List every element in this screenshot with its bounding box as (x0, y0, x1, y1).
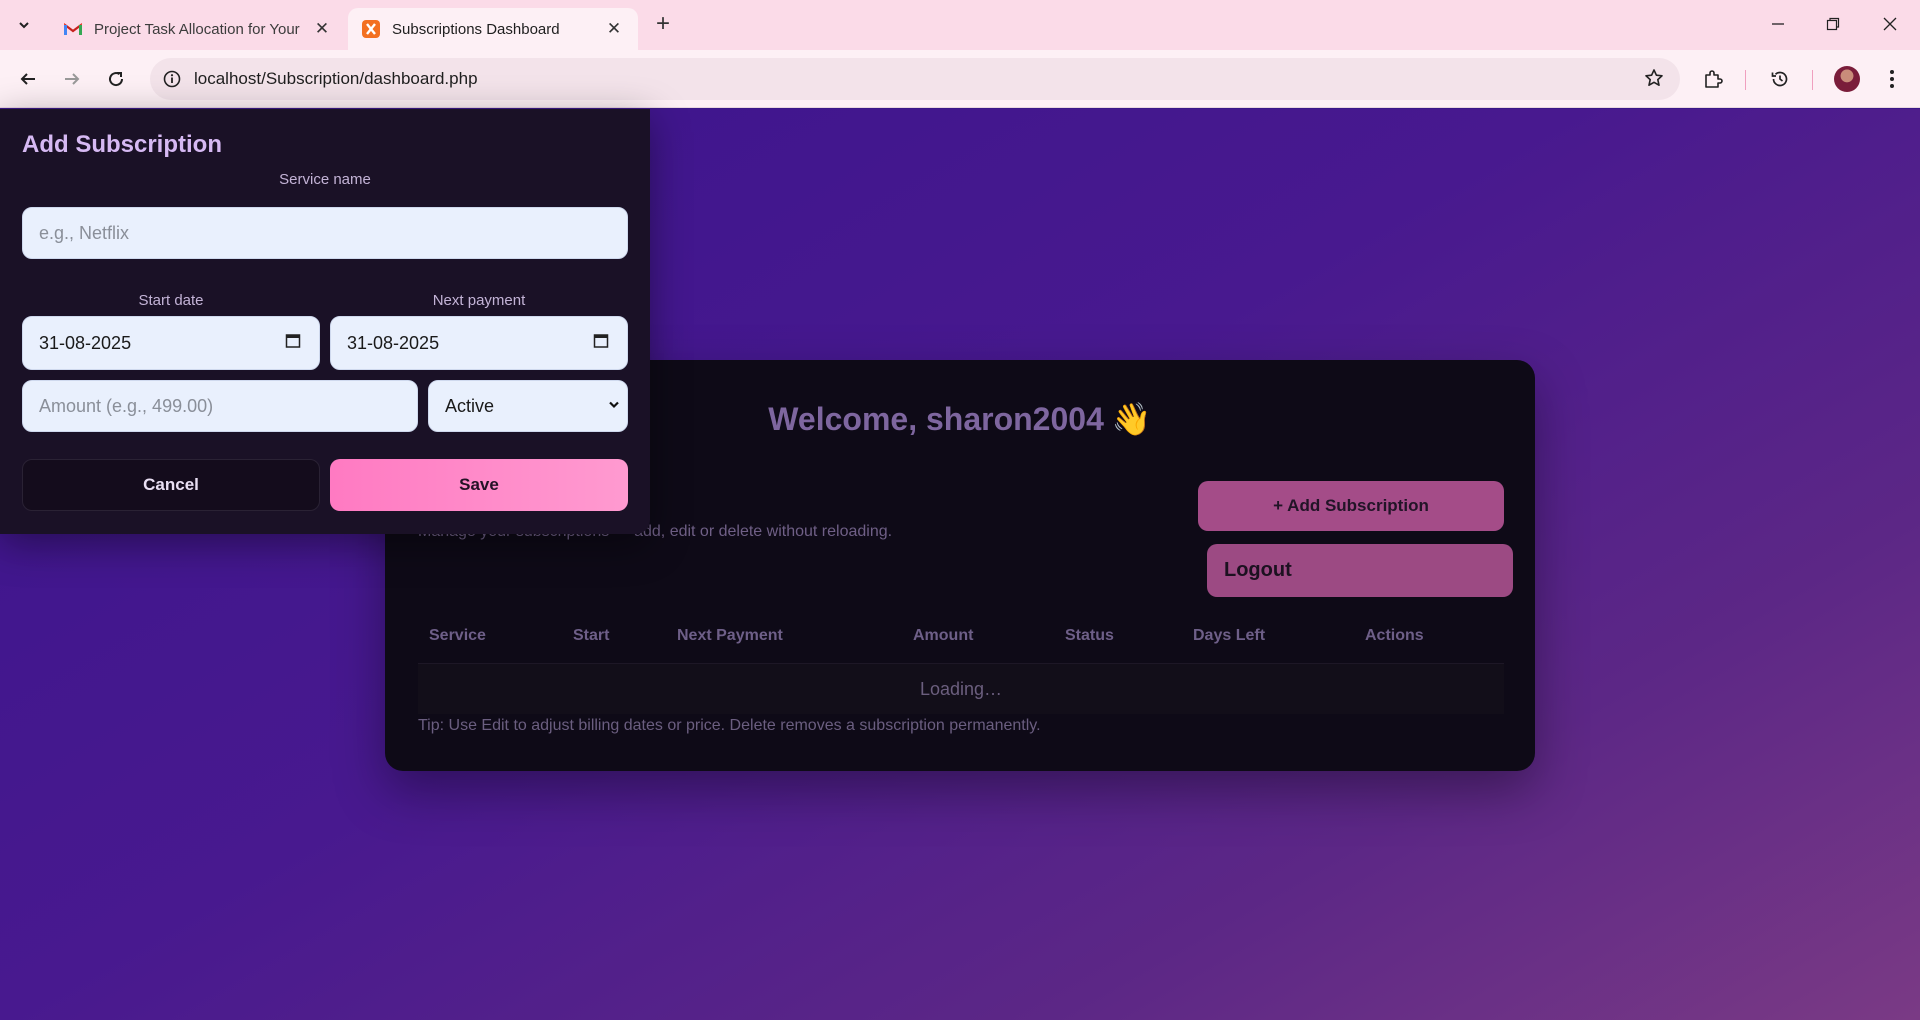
close-icon (1883, 17, 1897, 31)
url-text: localhost/Subscription/dashboard.php (194, 69, 478, 88)
restore-icon (1826, 17, 1840, 31)
reload-icon (109, 72, 124, 87)
tab-title: Project Task Allocation for Your (94, 20, 300, 38)
arrow-left-icon (20, 73, 35, 85)
profile-button[interactable] (1831, 63, 1863, 95)
column-header-start: Start (573, 627, 610, 644)
menu-button[interactable] (1876, 63, 1908, 95)
toolbar-separator (1812, 70, 1813, 90)
modal-title: Add Subscription (22, 131, 222, 158)
start-date-input[interactable]: 31-08-2025 (22, 316, 320, 370)
next-payment-input[interactable]: 31-08-2025 (330, 316, 628, 370)
wave-emoji: 👋 (1111, 401, 1152, 437)
puzzle-icon (1705, 70, 1723, 88)
welcome-text: Welcome, sharon2004 (768, 401, 1104, 437)
close-window-button[interactable] (1870, 8, 1910, 40)
address-bar[interactable]: localhost/Subscription/dashboard.php (150, 58, 1680, 100)
table-loading-row: Loading… (418, 664, 1504, 714)
browser-toolbar: localhost/Subscription/dashboard.php (0, 50, 1920, 108)
add-subscription-button[interactable]: + Add Subscription (1198, 481, 1504, 531)
minimize-icon (1772, 23, 1784, 25)
service-name-label: Service name (279, 171, 371, 188)
status-select[interactable]: Active (428, 380, 628, 432)
arrow-right-icon (65, 73, 80, 85)
save-button[interactable]: Save (330, 459, 628, 511)
xampp-icon (362, 20, 380, 38)
bookmark-star-icon[interactable] (1644, 68, 1664, 93)
history-button[interactable] (1764, 63, 1796, 95)
next-payment-value: 31-08-2025 (347, 332, 440, 353)
start-date-label: Start date (138, 292, 204, 309)
subscriptions-table: Service Start Next Payment Amount Status… (418, 610, 1504, 714)
minimize-button[interactable] (1758, 8, 1798, 40)
new-tab-button[interactable]: + (650, 12, 676, 38)
service-name-input[interactable]: e.g., Netflix (22, 207, 628, 259)
column-header-status: Status (1065, 627, 1114, 644)
tab-title: Subscriptions Dashboard (392, 20, 560, 38)
tab-search-button[interactable] (8, 9, 40, 41)
site-info-icon[interactable] (150, 70, 194, 88)
status-select-value: Active (445, 395, 495, 416)
column-header-service: Service (429, 627, 486, 644)
cancel-button[interactable]: Cancel (22, 459, 320, 511)
next-payment-label: Next payment (432, 292, 526, 309)
restore-button[interactable] (1813, 8, 1853, 40)
close-tab-icon[interactable]: ✕ (604, 19, 624, 39)
close-tab-icon[interactable]: ✕ (312, 19, 332, 39)
start-date-value: 31-08-2025 (39, 332, 132, 353)
amount-input[interactable]: Amount (e.g., 499.00) (22, 380, 418, 432)
tab-subscriptions-dashboard[interactable]: Subscriptions Dashboard ✕ (348, 8, 638, 50)
avatar (1834, 66, 1860, 92)
back-button[interactable] (12, 63, 44, 95)
browser-tab-bar: Project Task Allocation for Your ✕ Subsc… (0, 0, 1920, 50)
page-background: Welcome, sharon2004 👋 Manage your subscri… (0, 109, 1920, 1020)
toolbar-separator (1745, 70, 1746, 90)
chevron-down-icon (607, 396, 621, 417)
add-subscription-modal: Add Subscription Service name e.g., Netf… (0, 109, 650, 534)
gmail-icon (64, 20, 82, 38)
column-header-amount: Amount (913, 627, 974, 644)
extensions-button[interactable] (1697, 63, 1729, 95)
reload-button[interactable] (100, 63, 132, 95)
tab-gmail[interactable]: Project Task Allocation for Your ✕ (50, 8, 346, 50)
more-vertical-icon (1890, 70, 1894, 88)
table-header: Service Start Next Payment Amount Status… (418, 610, 1504, 664)
history-icon (1771, 71, 1788, 87)
column-header-days-left: Days Left (1193, 627, 1266, 644)
forward-button[interactable] (56, 63, 88, 95)
calendar-icon[interactable] (285, 333, 301, 354)
calendar-icon[interactable] (593, 333, 609, 354)
tip-text: Tip: Use Edit to adjust billing dates or… (418, 717, 1041, 734)
column-header-next-payment: Next Payment (677, 627, 783, 644)
column-header-actions: Actions (1365, 627, 1424, 644)
logout-button[interactable]: Logout (1207, 544, 1513, 597)
chevron-down-icon (19, 22, 29, 29)
